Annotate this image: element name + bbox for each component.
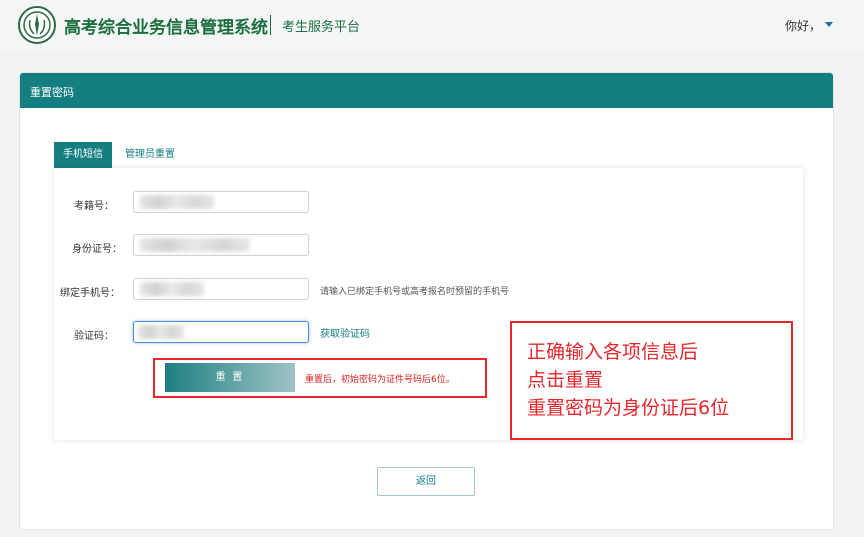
emblem-icon	[18, 6, 56, 44]
code-label: 验证码：	[74, 331, 114, 342]
reset-button[interactable]: 重 置	[165, 363, 295, 392]
panel-header: 重置密码	[20, 73, 833, 108]
reset-note: 重置后，初始密码为证件号码后6位。	[305, 375, 455, 385]
id-no-input[interactable]	[133, 234, 309, 256]
blurred-value	[140, 282, 204, 296]
panel-title: 重置密码	[30, 86, 74, 99]
blurred-value	[140, 238, 250, 252]
blurred-value	[138, 325, 184, 339]
blurred-value	[140, 195, 214, 209]
tab-sms[interactable]: 手机短信	[54, 142, 112, 168]
title-divider	[270, 15, 271, 35]
tab-admin-reset[interactable]: 管理员重置	[118, 142, 182, 168]
get-code-link[interactable]: 获取验证码	[320, 325, 370, 340]
user-greeting[interactable]: 你好，	[785, 17, 821, 34]
exam-no-label: 考籍号：	[74, 201, 114, 212]
phone-hint: 请输入已绑定手机号或高考报名时预留的手机号	[320, 287, 510, 297]
caret-down-icon[interactable]	[825, 22, 833, 27]
app-header: 高考综合业务信息管理系统 考生服务平台 你好，	[0, 0, 864, 52]
back-button[interactable]: 返回	[377, 467, 475, 496]
annotation-line-1: 正确输入各项信息后	[527, 341, 699, 363]
id-no-label: 身份证号：	[72, 244, 122, 255]
phone-label: 绑定手机号：	[60, 288, 120, 299]
annotation-line-3: 重置密码为身份证后6位	[527, 397, 730, 419]
phone-input[interactable]	[133, 278, 309, 300]
annotation-line-2: 点击重置	[527, 369, 604, 391]
system-title: 高考综合业务信息管理系统	[64, 18, 268, 38]
platform-subtitle: 考生服务平台	[282, 20, 361, 35]
code-input[interactable]	[133, 321, 309, 343]
exam-no-input[interactable]	[133, 191, 309, 213]
